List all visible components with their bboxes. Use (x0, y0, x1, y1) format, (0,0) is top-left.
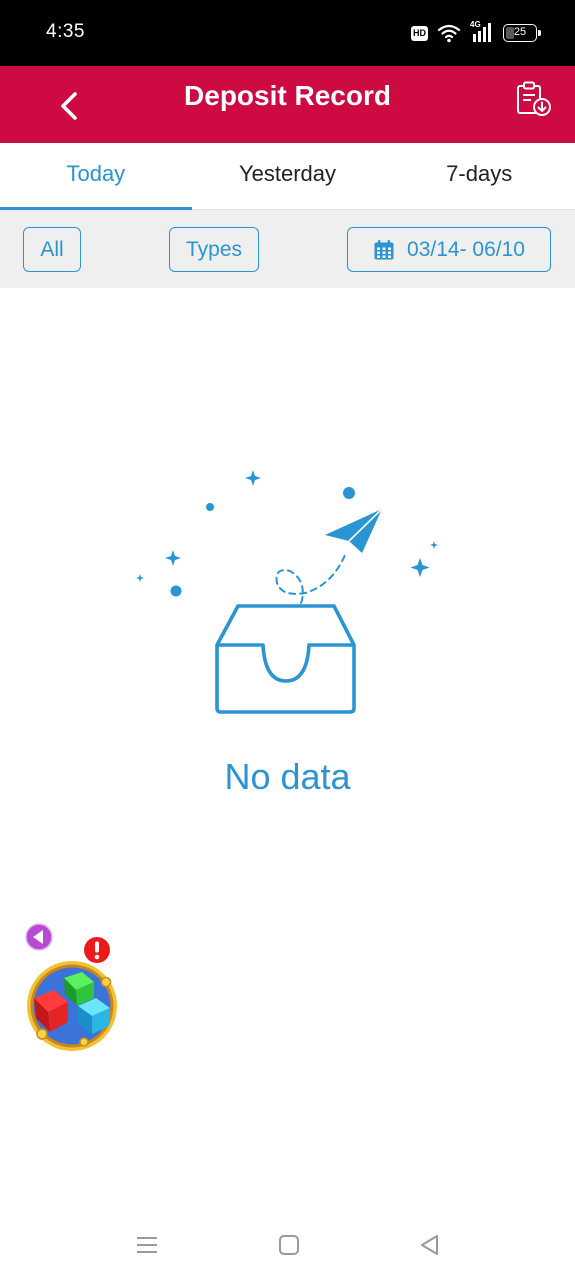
nav-home-button[interactable] (274, 1230, 304, 1260)
system-nav-bar (0, 1212, 575, 1280)
empty-tray-paper-plane-icon (136, 470, 438, 714)
nav-menu-button[interactable] (132, 1230, 162, 1260)
signal-indicator: 4G (470, 20, 494, 44)
export-record-button[interactable] (515, 80, 553, 118)
battery-icon: 25 (503, 24, 541, 42)
filter-all-label: All (40, 237, 64, 261)
floating-game-widget[interactable] (18, 920, 128, 1055)
date-range-button[interactable]: 03/14- 06/10 (347, 227, 551, 272)
home-square-icon (279, 1235, 299, 1255)
app-header: Deposit Record (0, 66, 575, 143)
date-range-label: 03/14- 06/10 (407, 237, 525, 261)
wifi-icon (437, 24, 461, 43)
signal-icon (473, 23, 491, 42)
game-cubes-icon (27, 961, 117, 1051)
status-time: 4:35 (46, 21, 85, 42)
filter-types-button[interactable]: Types (169, 227, 259, 272)
back-triangle-icon (421, 1235, 438, 1255)
tab-today[interactable]: Today (0, 143, 192, 210)
filter-all-button[interactable]: All (23, 227, 81, 272)
status-bar: 4:35 HD 4G 25 (0, 0, 575, 66)
clipboard-download-icon (517, 81, 551, 116)
battery-level: 25 (513, 26, 527, 38)
tab-yesterday[interactable]: Yesterday (192, 143, 384, 209)
triangle-left-icon[interactable] (24, 922, 54, 952)
tab-7-days[interactable]: 7-days (383, 143, 575, 209)
date-tab-bar: Today Yesterday 7-days (0, 143, 575, 210)
status-icons: HD 4G 25 (411, 20, 541, 46)
exclamation-icon (84, 937, 110, 963)
menu-icon (137, 1237, 157, 1253)
calendar-icon (374, 239, 394, 259)
filter-bar: All Types 03/14- 06/10 (0, 210, 575, 288)
filter-types-label: Types (185, 237, 243, 261)
nav-back-button[interactable] (415, 1230, 445, 1260)
hd-badge: HD (411, 25, 428, 41)
empty-state-message: No data (224, 756, 351, 797)
page-title: Deposit Record (184, 80, 391, 111)
